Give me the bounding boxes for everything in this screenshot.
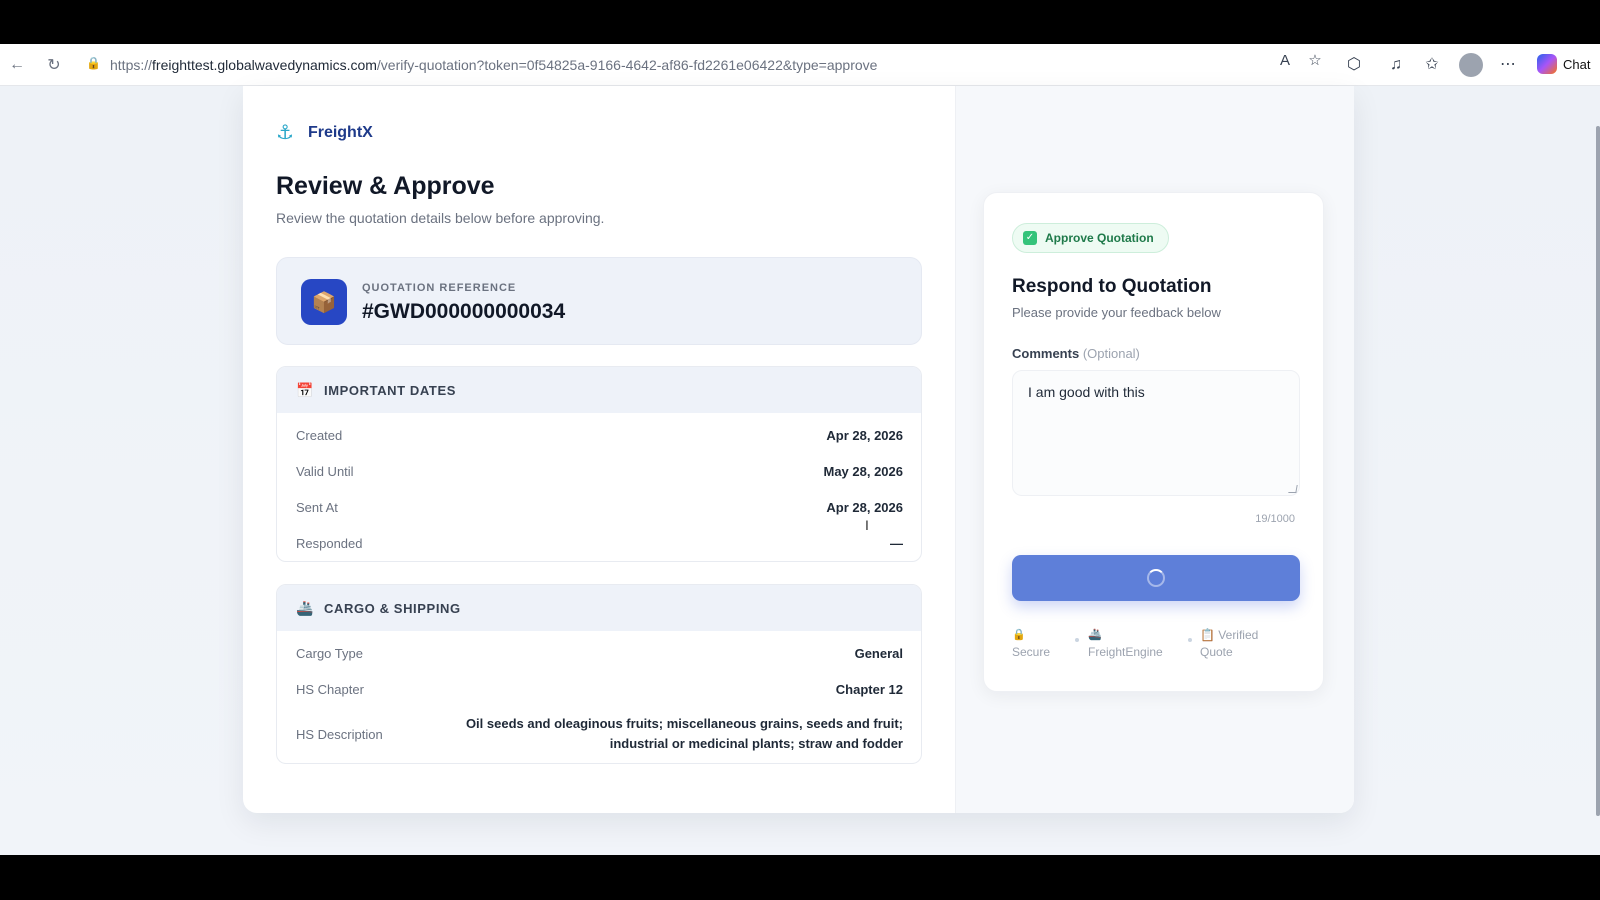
quotation-reference-value: #GWD000000000034 bbox=[362, 300, 566, 323]
extensions-icon[interactable]: ⬡ bbox=[1343, 54, 1365, 76]
textarea-resize-handle[interactable] bbox=[1288, 485, 1298, 493]
cargo-shipping-header: 🚢 CARGO & SHIPPING bbox=[277, 585, 921, 631]
brand-name: FreightX bbox=[307, 123, 373, 141]
date-value: Apr 28, 2026 bbox=[826, 500, 903, 515]
cargo-row-type: Cargo Type General bbox=[277, 635, 921, 671]
favorites-icon[interactable]: ✩ bbox=[1421, 54, 1443, 76]
anchor-icon: ⚓ bbox=[276, 122, 294, 144]
comments-label: Comments (Optional) bbox=[1012, 346, 1140, 361]
date-value: May 28, 2026 bbox=[823, 464, 903, 479]
cargo-value: General bbox=[854, 646, 903, 661]
url-host: freighttest.globalwavedynamics.com bbox=[152, 57, 377, 73]
quotation-details-panel: ⚓ FreightX Review & Approve Review the q… bbox=[243, 86, 955, 813]
response-subtitle: Please provide your feedback below bbox=[1012, 305, 1221, 320]
quotation-reference-box: 📦 QUOTATION REFERENCE #GWD000000000034 bbox=[276, 257, 922, 345]
comments-label-text: Comments bbox=[1012, 346, 1080, 361]
loading-spinner-icon bbox=[1147, 569, 1165, 587]
back-icon[interactable]: ← bbox=[6, 54, 28, 76]
date-row-valid-until: Valid Until May 28, 2026 bbox=[277, 453, 921, 489]
cargo-value: Chapter 12 bbox=[835, 682, 903, 697]
page-subtitle: Review the quotation details below befor… bbox=[276, 210, 605, 226]
approve-quotation-label: Approve Quotation bbox=[1045, 231, 1154, 245]
read-aloud-icon[interactable]: A bbox=[1276, 52, 1294, 70]
lock-icon: 🔒 bbox=[1012, 629, 1026, 641]
text-cursor-icon: I bbox=[865, 517, 869, 533]
cargo-row-hs-chapter: HS Chapter Chapter 12 bbox=[277, 671, 921, 707]
check-icon: ✓ bbox=[1023, 231, 1037, 245]
ship-icon: 🚢 bbox=[1088, 629, 1102, 641]
secure-badge: 🔒 Secure bbox=[1012, 627, 1050, 661]
date-value: — bbox=[890, 536, 903, 551]
date-label: Sent At bbox=[296, 500, 338, 515]
quotation-card: ⚓ FreightX Review & Approve Review the q… bbox=[243, 86, 1354, 813]
profile-avatar[interactable] bbox=[1459, 53, 1483, 77]
separator-dot bbox=[1188, 638, 1192, 642]
browser-toolbar: ← ↻ 🔒 https://freighttest.globalwavedyna… bbox=[0, 44, 1600, 86]
response-title: Respond to Quotation bbox=[1012, 276, 1212, 297]
trust-badges: 🔒 Secure 🚢 FreightEngine 📋 Verified Quot… bbox=[1012, 627, 1302, 667]
comments-optional-label: (Optional) bbox=[1082, 346, 1140, 361]
reload-icon[interactable]: ↻ bbox=[43, 54, 65, 76]
chat-label: Chat bbox=[1563, 56, 1591, 72]
response-panel: ✓ Approve Quotation Respond to Quotation… bbox=[955, 86, 1354, 813]
url-prefix: https:// bbox=[110, 57, 153, 73]
submit-approval-button[interactable] bbox=[1012, 555, 1300, 601]
date-label: Responded bbox=[296, 536, 363, 551]
important-dates-header: 📅 IMPORTANT DATES bbox=[277, 367, 921, 413]
separator-dot bbox=[1075, 638, 1079, 642]
screen-top-border bbox=[0, 0, 1600, 44]
page-title: Review & Approve bbox=[276, 172, 495, 200]
badge-label: Secure bbox=[1012, 645, 1051, 659]
ship-icon: 🚢 bbox=[296, 599, 314, 616]
copilot-icon bbox=[1537, 54, 1557, 74]
date-row-created: Created Apr 28, 2026 bbox=[277, 417, 921, 453]
clipboard-icon: 📋 bbox=[1200, 628, 1215, 642]
comments-textarea[interactable]: I am good with this bbox=[1012, 370, 1300, 496]
important-dates-title: IMPORTANT DATES bbox=[324, 382, 457, 398]
page-viewport: ⚓ FreightX Review & Approve Review the q… bbox=[0, 86, 1600, 855]
date-value: Apr 28, 2026 bbox=[826, 428, 903, 443]
page-scrollbar[interactable] bbox=[1596, 126, 1600, 816]
date-label: Created bbox=[296, 428, 343, 443]
url-path: /verify-quotation?token=0f54825a-9166-46… bbox=[376, 57, 878, 73]
date-row-responded: Responded — bbox=[277, 525, 921, 561]
badge-label: FreightEngine bbox=[1088, 645, 1163, 659]
screen-bottom-border bbox=[0, 855, 1600, 900]
approve-quotation-pill: ✓ Approve Quotation bbox=[1012, 223, 1169, 253]
cargo-label: HS Chapter bbox=[296, 682, 364, 697]
copilot-chat-button[interactable]: Chat bbox=[1537, 54, 1590, 74]
date-row-sent-at: Sent At Apr 28, 2026 bbox=[277, 489, 921, 525]
star-icon[interactable]: ☆ bbox=[1306, 52, 1324, 70]
address-bar[interactable]: 🔒 https://freighttest.globalwavedynamics… bbox=[78, 50, 1332, 80]
cargo-label: Cargo Type bbox=[296, 646, 363, 661]
cargo-value: Oil seeds and oleaginous fruits; miscell… bbox=[465, 716, 903, 751]
cargo-label: HS Description bbox=[296, 727, 383, 742]
verified-quote-badge: 📋 Verified Quote bbox=[1200, 627, 1280, 661]
cargo-shipping-title: CARGO & SHIPPING bbox=[324, 600, 461, 616]
more-icon[interactable]: ⋯ bbox=[1497, 54, 1519, 76]
quotation-reference-label: QUOTATION REFERENCE bbox=[362, 282, 517, 294]
freightengine-badge: 🚢 FreightEngine bbox=[1088, 627, 1163, 661]
character-counter: 19/1000 bbox=[1255, 513, 1295, 525]
split-screen-icon[interactable]: ♫ bbox=[1385, 54, 1407, 76]
package-icon: 📦 bbox=[301, 279, 347, 325]
cargo-row-hs-description: HS Description Oil seeds and oleaginous … bbox=[277, 707, 921, 763]
brand: ⚓ FreightX bbox=[276, 120, 373, 145]
cargo-shipping-section: 🚢 CARGO & SHIPPING Cargo Type General HS… bbox=[276, 584, 922, 764]
important-dates-section: 📅 IMPORTANT DATES Created Apr 28, 2026 V… bbox=[276, 366, 922, 562]
response-card: ✓ Approve Quotation Respond to Quotation… bbox=[983, 192, 1324, 692]
date-label: Valid Until bbox=[296, 464, 354, 479]
lock-icon: 🔒 bbox=[86, 56, 101, 70]
calendar-icon: 📅 bbox=[296, 381, 314, 398]
